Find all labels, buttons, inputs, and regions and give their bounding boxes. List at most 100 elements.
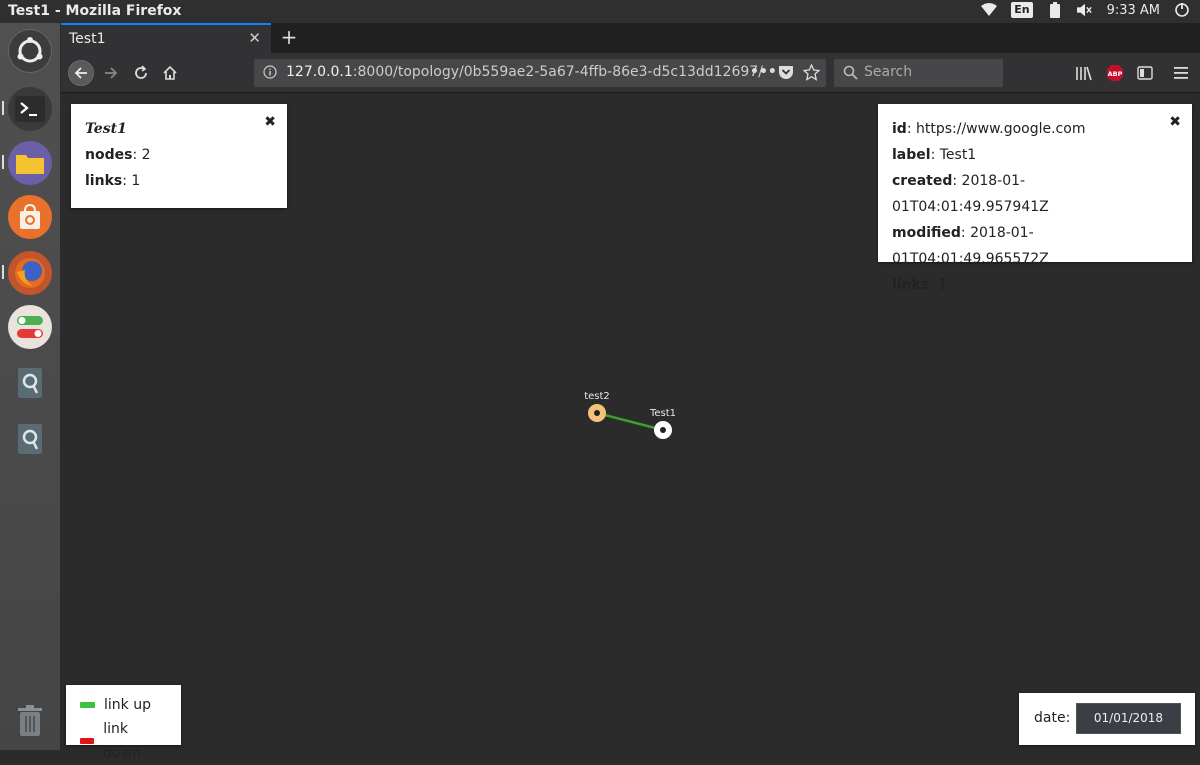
detail-value: Test1 (939, 147, 977, 163)
hamburger-menu-icon (1174, 67, 1188, 79)
legend-item-link-down: link down (80, 717, 167, 765)
reload-button[interactable] (128, 60, 154, 86)
launcher-ubuntu-button[interactable] (8, 29, 52, 73)
library-icon (1076, 66, 1092, 81)
detail-key: links (892, 277, 930, 293)
firefox-icon (15, 258, 45, 288)
launcher-app-button[interactable] (8, 417, 52, 461)
url-host: 127.0.0.1 (286, 64, 353, 80)
url-text: 127.0.0.1:8000/topology/0b559ae2-5a67-4f… (286, 64, 763, 80)
links-value: 1 (131, 173, 141, 189)
window-title: Test1 - Mozilla Firefox (8, 3, 182, 19)
legend-label: link up (104, 697, 151, 713)
links-count-row: links: 1 (85, 173, 141, 189)
home-button[interactable] (157, 60, 183, 86)
pocket-icon[interactable] (778, 65, 794, 84)
battery-icon[interactable] (1047, 2, 1063, 18)
launcher-running-marker (2, 155, 4, 169)
links-label: links (85, 173, 123, 189)
launcher-trash-button[interactable] (8, 699, 52, 743)
shopping-bag-icon (20, 203, 40, 229)
page-actions-icon[interactable]: ••• (750, 64, 777, 80)
url-bar[interactable]: 127.0.0.1:8000/topology/0b559ae2-5a67-4f… (254, 59, 826, 87)
graph-node-test1[interactable] (654, 421, 672, 439)
keyboard-layout-indicator[interactable]: En (1011, 2, 1033, 18)
clock[interactable]: 9:33 AM (1107, 3, 1160, 18)
library-button[interactable] (1071, 60, 1097, 86)
system-top-bar: Test1 - Mozilla Firefox En 9:33 AM (0, 0, 1200, 23)
launcher-running-marker (2, 265, 4, 279)
application-icon (18, 424, 42, 454)
date-label: date: (1034, 710, 1071, 726)
url-path: :8000/topology/0b559ae2-5a67-4ffb-86e3-d… (352, 64, 763, 80)
detail-row-created: created: 2018-01-01T04:01:49.957941Z (892, 173, 1049, 215)
graph-node-label: test2 (584, 391, 610, 402)
detail-close-button[interactable]: ✖ (1169, 114, 1181, 130)
app-launcher (0, 23, 61, 750)
svg-text:ABP: ABP (1108, 70, 1123, 78)
launcher-app-button[interactable] (8, 361, 52, 405)
detail-key: modified (892, 225, 961, 241)
legend-swatch-up (80, 702, 95, 708)
site-info-icon[interactable] (263, 65, 277, 83)
launcher-files-button[interactable] (8, 141, 52, 185)
system-tray: En 9:33 AM (981, 2, 1190, 18)
bookmark-star-icon[interactable] (802, 63, 821, 85)
new-tab-button[interactable]: + (276, 25, 302, 51)
nodes-count-row: nodes: 2 (85, 147, 151, 163)
sidebar-toggle-button[interactable] (1132, 60, 1158, 86)
detail-row-links: links: 1 (892, 277, 948, 293)
browser-tab[interactable]: Test1 ✕ (61, 23, 271, 53)
graph-node-test2[interactable] (588, 404, 606, 422)
topology-summary-panel: ✖ Test1 nodes: 2 links: 1 (71, 104, 287, 208)
topology-page: test2 Test1 ✖ Test1 nodes: 2 links: 1 ✖ … (61, 94, 1200, 761)
application-icon (18, 368, 42, 398)
detail-key: created (892, 173, 953, 189)
sidebar-icon (1137, 66, 1153, 80)
arrow-right-icon (105, 67, 118, 79)
menu-button[interactable] (1168, 60, 1194, 86)
power-settings-icon[interactable] (1174, 2, 1190, 18)
folder-icon (16, 155, 44, 174)
back-button[interactable] (68, 60, 94, 86)
browser-navigation-bar: 127.0.0.1:8000/topology/0b559ae2-5a67-4f… (61, 53, 1200, 93)
detail-key: label (892, 147, 931, 163)
date-input[interactable]: 01/01/2018 (1076, 703, 1181, 734)
search-placeholder: Search (864, 64, 913, 80)
browser-tab-bar: Test1 ✕ + (61, 23, 1200, 53)
forward-button[interactable] (98, 60, 124, 86)
adblock-plus-icon: ABP (1107, 65, 1123, 81)
launcher-running-marker (2, 101, 4, 115)
detail-row-label: label: Test1 (892, 147, 977, 163)
tab-close-button[interactable]: ✕ (248, 29, 261, 47)
detail-row-id: id: https://www.google.com (892, 121, 1086, 137)
wifi-icon[interactable] (981, 2, 998, 18)
nodes-label: nodes (85, 147, 133, 163)
legend-swatch-down (80, 738, 95, 744)
legend-item-link-up: link up (80, 693, 167, 717)
reload-icon (135, 65, 147, 79)
tab-label: Test1 (69, 31, 106, 47)
adblock-plus-button[interactable]: ABP (1102, 60, 1128, 86)
launcher-software-center-button[interactable] (8, 195, 52, 239)
terminal-icon (15, 96, 45, 122)
nodes-value: 2 (141, 147, 151, 163)
home-icon (163, 65, 177, 80)
search-icon (843, 65, 858, 84)
launcher-settings-toggle-button[interactable] (8, 305, 52, 349)
date-filter-panel: date: 01/01/2018 (1019, 693, 1195, 745)
topology-title: Test1 (85, 121, 127, 137)
search-bar[interactable]: Search (834, 59, 1003, 87)
graph-node-label: Test1 (649, 408, 676, 419)
detail-value: https://www.google.com (916, 121, 1086, 137)
detail-key: id (892, 121, 907, 137)
detail-value: 1 (938, 277, 948, 293)
volume-muted-icon[interactable] (1076, 2, 1093, 18)
node-detail-panel: ✖ id: https://www.google.com label: Test… (878, 104, 1192, 293)
summary-close-button[interactable]: ✖ (264, 114, 276, 130)
ubuntu-logo-icon (17, 37, 43, 63)
toggle-switch-icon (17, 316, 43, 338)
launcher-terminal-button[interactable] (8, 87, 52, 131)
legend-label: link down (103, 721, 142, 761)
launcher-firefox-button[interactable] (8, 251, 52, 295)
